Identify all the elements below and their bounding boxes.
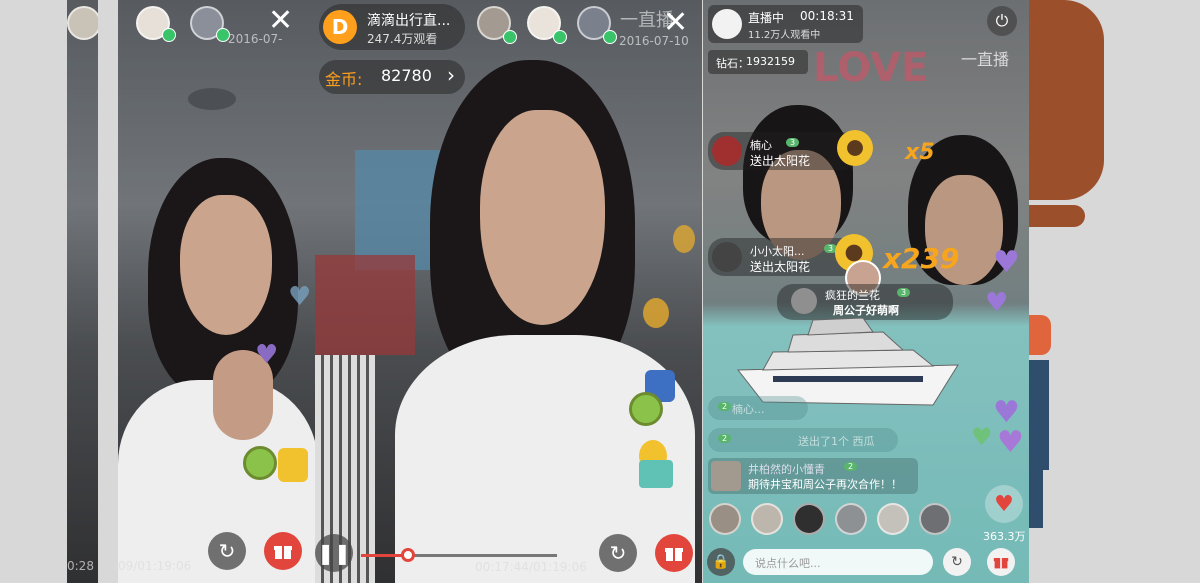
viewer-avatar[interactable] <box>877 503 909 535</box>
mascot-boy-icon <box>1029 315 1051 355</box>
coins-label: 金币: <box>325 70 363 89</box>
level-badge: 2 <box>844 462 858 471</box>
heart-icon: ♥ <box>993 245 1020 280</box>
panel-divider <box>98 0 118 583</box>
fruit-icon <box>643 298 669 328</box>
avatar <box>712 242 742 272</box>
gift-button[interactable] <box>987 548 1015 576</box>
sunflower-icon <box>837 130 873 166</box>
heart-icon: ♥ <box>993 395 1020 430</box>
person-face <box>480 110 605 325</box>
chat-user: 井柏然的小懂青 <box>748 463 825 476</box>
heart-icon: ♥ <box>288 282 312 312</box>
stream-panel-partial: 0:28 <box>67 0 98 583</box>
channel-logo <box>712 9 742 39</box>
diamonds-pill[interactable]: 钻石： 1932159 <box>708 50 808 74</box>
progress-track[interactable] <box>361 548 557 562</box>
left-margin <box>0 0 67 583</box>
progress-fill <box>361 554 405 557</box>
close-icon[interactable]: ✕ <box>663 8 688 38</box>
live-status-pill[interactable]: 直播中 00:18:31 11.2万人观看中 <box>708 5 863 43</box>
viewer-count: 11.2万人观看中 <box>748 30 821 41</box>
thumbs-up-icon <box>278 448 308 482</box>
stream-panel-b: D 滴滴出行直... 247.4万观看 金币: 82780 › 一直播 2016… <box>315 0 702 583</box>
fruit-icon <box>673 225 695 253</box>
lock-button[interactable]: 🔒 <box>707 548 735 576</box>
viewer-avatar[interactable] <box>835 503 867 535</box>
gift-action: 送出太阳花 <box>750 154 811 168</box>
chevron-right-icon: › <box>447 63 455 87</box>
gift-user: 楠心 <box>750 139 772 152</box>
level-badge: 3 <box>786 138 800 147</box>
chat-input[interactable]: 说点什么吧... <box>743 549 933 575</box>
diamonds-label: 钻石： <box>716 57 749 70</box>
heart-icon: ♥ <box>971 423 993 451</box>
diamonds-value: 1932159 <box>746 55 795 68</box>
heart-icon: ♥ <box>985 288 1009 318</box>
share-button[interactable]: ↻ <box>208 532 246 570</box>
power-button[interactable]: ⏻ <box>987 6 1017 36</box>
mascot-boy-leg <box>1029 470 1043 528</box>
live-label: 一直播 <box>961 50 1010 69</box>
gift-user: 小小太阳... <box>750 245 805 258</box>
playback-time: 09/01:19:06 <box>118 559 192 573</box>
close-icon[interactable]: ✕ <box>268 6 293 36</box>
gift-icon <box>993 558 1009 569</box>
live-status: 直播中 <box>748 11 785 25</box>
viewer-avatar[interactable] <box>793 503 825 535</box>
chat-text: 楠心... <box>732 403 765 416</box>
heart-icon: ♥ <box>997 425 1024 460</box>
playback-time: 00:17:44/01:19:06 <box>475 560 587 574</box>
gift-icon <box>665 548 683 561</box>
stream-panel-c: LOVE 直播中 00:18:31 11.2万人观看中 钻石： 1932159 … <box>703 0 1029 583</box>
chat-text: 期待井宝和周公子再次合作！！ <box>748 478 902 491</box>
chat-input-placeholder: 说点什么吧... <box>755 557 821 570</box>
mascot-boy-body <box>1029 360 1049 470</box>
channel-name: 滴滴出行直... <box>367 13 451 29</box>
level-badge: 2 <box>718 402 732 411</box>
elapsed-time: 00:18:31 <box>800 9 854 23</box>
share-button[interactable]: ↻ <box>599 534 637 572</box>
gift-action: 送出太阳花 <box>750 260 811 274</box>
kiwi-icon <box>243 446 277 480</box>
viewer-avatar[interactable] <box>751 503 783 535</box>
gift-button[interactable] <box>655 534 693 572</box>
share-button[interactable]: ↻ <box>943 548 971 576</box>
gift-combo: x5 <box>905 140 935 165</box>
viewer-count: 247.4万观看 <box>367 32 438 46</box>
coins-value: 82780 <box>381 66 432 85</box>
gift-combo: x239 <box>883 242 960 275</box>
didi-logo-icon: D <box>323 10 357 44</box>
like-button[interactable]: ♥ <box>985 485 1023 523</box>
pause-button[interactable]: ❚❚ <box>315 534 353 572</box>
channel-info[interactable]: D 滴滴出行直... 247.4万观看 <box>319 4 465 50</box>
stream-panel-a: 2016-07- ✕ ♥ ♥ 09/01:19:06 ↻ <box>118 0 315 583</box>
avatar <box>711 461 741 491</box>
coins-pill[interactable]: 金币: 82780 › <box>319 60 465 94</box>
bus-ceiling-vent <box>188 88 236 110</box>
avatar[interactable] <box>67 6 98 40</box>
level-badge: 2 <box>718 434 732 443</box>
viewer-avatar[interactable] <box>709 503 741 535</box>
chat-text: 送出了1个 西瓜 <box>798 435 875 448</box>
like-count: 363.3万 <box>983 530 1026 543</box>
gift-event: 楠心 3 送出太阳花 <box>708 132 858 170</box>
heart-icon: ♥ <box>255 340 279 370</box>
level-badge: 3 <box>897 288 911 297</box>
person-face <box>180 195 272 335</box>
viewer-avatar[interactable] <box>919 503 951 535</box>
gift-button[interactable] <box>264 532 302 570</box>
mascot-bear-icon <box>1029 0 1104 200</box>
mascot-bear-foot <box>1029 205 1085 227</box>
time-left-label: 0:28 <box>67 559 94 573</box>
avatar <box>712 136 742 166</box>
kiwi-icon <box>629 392 663 426</box>
chat-message: 2 送出了1个 西瓜 <box>708 428 898 452</box>
chat-message: 2 楠心... <box>708 396 808 420</box>
progress-handle[interactable] <box>401 548 415 562</box>
gift-cup-icon <box>639 460 673 488</box>
gift-icon <box>274 546 292 559</box>
yacht-user: 疯狂的兰花 <box>825 289 880 302</box>
chat-message: 井柏然的小懂青 2 期待井宝和周公子再次合作！！ <box>708 458 918 494</box>
